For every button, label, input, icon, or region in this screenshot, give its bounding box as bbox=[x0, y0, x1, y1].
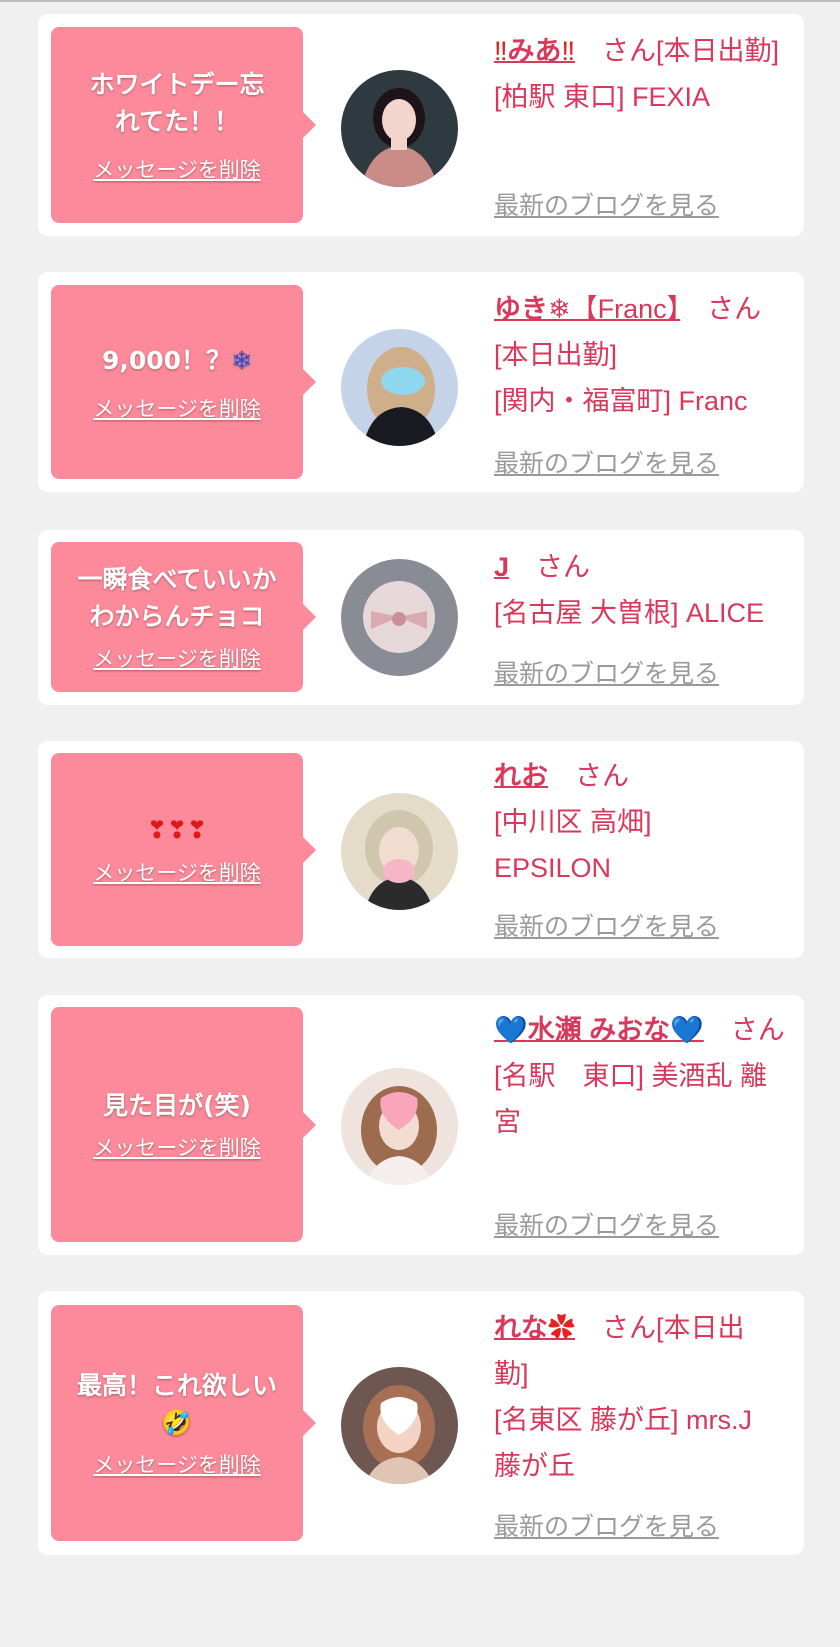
message-text: 見た目が(笑) bbox=[103, 1091, 251, 1120]
delete-message-link[interactable]: メッセージを削除 bbox=[93, 857, 261, 887]
heart-icons: ❣❣❣ bbox=[146, 816, 208, 844]
girl-info: ‼みあ‼ さん[本日出勤] [柏駅 東口] FEXIA bbox=[494, 28, 786, 120]
message-card: 最高！これ欲しい 🤣 メッセージを削除 れな✿ さん[本日出勤] [名東区 藤が丘… bbox=[38, 1291, 804, 1555]
san-label: さん bbox=[707, 294, 762, 324]
blue-heart-icon: 💙 bbox=[494, 1015, 528, 1045]
double-exclamation-icon: ‼ bbox=[561, 36, 576, 66]
san-label: さん bbox=[602, 1313, 656, 1343]
message-text: ホワイトデー忘れてた！！ bbox=[89, 70, 265, 136]
avatar[interactable] bbox=[341, 70, 458, 187]
latest-blog-link[interactable]: 最新のブログを見る bbox=[494, 444, 719, 480]
avatar[interactable] bbox=[341, 559, 458, 676]
delete-message-link[interactable]: メッセージを削除 bbox=[93, 1132, 261, 1162]
girl-info: 💙水瀬 みおな💙 さん [名駅 東口] 美酒乱 離宮 bbox=[494, 1007, 786, 1145]
message-card: 見た目が(笑) メッセージを削除 💙水瀬 みおな💙 さん [名駅 東口] 美酒乱… bbox=[38, 995, 804, 1255]
message-card: ホワイトデー忘れてた！！ メッセージを削除 ‼みあ‼ さん[本日出勤] [柏駅 … bbox=[38, 14, 804, 236]
blue-heart-icon: 💙 bbox=[670, 1015, 704, 1045]
delete-message-link[interactable]: メッセージを削除 bbox=[93, 154, 261, 184]
latest-blog-link[interactable]: 最新のブログを見る bbox=[494, 654, 719, 690]
message-card: ❣❣❣ メッセージを削除 れお さん [中川区 高畑] EPSILON 最新のブ… bbox=[38, 741, 804, 958]
message-bubble: 9,000！？❄ メッセージを削除 bbox=[51, 285, 316, 479]
girl-name-link[interactable]: れな✿ bbox=[494, 1313, 575, 1343]
message-card: 9,000！？❄ メッセージを削除 ゆき❄【Franc】 さん [本日出勤] [関… bbox=[38, 272, 804, 492]
avatar[interactable] bbox=[341, 793, 458, 910]
latest-blog-link[interactable]: 最新のブログを見る bbox=[494, 1507, 719, 1543]
delete-message-link[interactable]: メッセージを削除 bbox=[93, 393, 261, 423]
message-bubble: 一瞬食べていいかわからんチョコ メッセージを削除 bbox=[51, 542, 316, 692]
san-label: さん bbox=[536, 552, 591, 582]
store-text: [名駅 東口] 美酒乱 離宮 bbox=[494, 1061, 768, 1137]
san-label: さん bbox=[575, 761, 629, 791]
double-exclamation-icon: ‼ bbox=[494, 36, 508, 66]
message-bubble: 最高！これ欲しい 🤣 メッセージを削除 bbox=[51, 1305, 316, 1541]
girl-info: ゆき❄【Franc】 さん [本日出勤] [関内・福富町] Franc bbox=[494, 286, 786, 424]
message-bubble: ホワイトデー忘れてた！！ メッセージを削除 bbox=[51, 27, 316, 223]
rolling-laughing-icon: 🤣 bbox=[161, 1408, 193, 1437]
latest-blog-link[interactable]: 最新のブログを見る bbox=[494, 907, 719, 943]
girl-name-link[interactable]: ‼みあ‼ bbox=[494, 36, 575, 66]
girl-info: れお さん [中川区 高畑] EPSILON bbox=[494, 753, 664, 891]
girl-name-link[interactable]: 💙水瀬 みおな💙 bbox=[494, 1015, 704, 1045]
message-text: 一瞬食べていいかわからんチョコ bbox=[77, 565, 277, 631]
san-label: さん bbox=[730, 1015, 785, 1045]
message-bubble: 見た目が(笑) メッセージを削除 bbox=[51, 1007, 316, 1242]
store-text: [名東区 藤が丘] mrs.J 藤が丘 bbox=[494, 1405, 752, 1481]
latest-blog-link[interactable]: 最新のブログを見る bbox=[494, 186, 719, 222]
store-text: [関内・福富町] Franc bbox=[494, 386, 748, 416]
store-text: [柏駅 東口] FEXIA bbox=[494, 82, 711, 112]
delete-message-link[interactable]: メッセージを削除 bbox=[93, 643, 261, 673]
snowflake-icon: ❄ bbox=[231, 345, 253, 375]
message-text: ❣❣❣ bbox=[147, 812, 207, 849]
status-text: [本日出勤] bbox=[656, 36, 780, 66]
flower-icon: ✿ bbox=[548, 1313, 575, 1343]
avatar[interactable] bbox=[341, 1068, 458, 1185]
store-text: [中川区 高畑] EPSILON bbox=[494, 807, 652, 883]
store-text: [名古屋 大曽根] ALICE bbox=[494, 598, 765, 628]
latest-blog-link[interactable]: 最新のブログを見る bbox=[494, 1206, 719, 1242]
message-card: 一瞬食べていいかわからんチョコ メッセージを削除 J さん [名古屋 大曽根] … bbox=[38, 530, 804, 705]
message-text: 最高！これ欲しい 🤣 bbox=[76, 1371, 277, 1437]
san-label: さん bbox=[602, 36, 656, 66]
message-bubble: ❣❣❣ メッセージを削除 bbox=[51, 753, 316, 946]
avatar[interactable] bbox=[341, 1367, 458, 1484]
delete-message-link[interactable]: メッセージを削除 bbox=[93, 1449, 261, 1479]
message-text: 9,000！？❄ bbox=[101, 345, 253, 375]
girl-info: J さん [名古屋 大曽根] ALICE bbox=[494, 544, 786, 636]
girl-info: れな✿ さん[本日出勤] [名東区 藤が丘] mrs.J 藤が丘 bbox=[494, 1305, 774, 1489]
avatar[interactable] bbox=[341, 329, 458, 446]
girl-name-link[interactable]: ゆき❄【Franc】 bbox=[494, 294, 680, 324]
status-text: [本日出勤] bbox=[494, 340, 618, 370]
snowflake-icon: ❄【Franc】 bbox=[548, 294, 681, 324]
girl-name-link[interactable]: れお bbox=[494, 761, 548, 791]
girl-name-link[interactable]: J bbox=[494, 552, 509, 582]
